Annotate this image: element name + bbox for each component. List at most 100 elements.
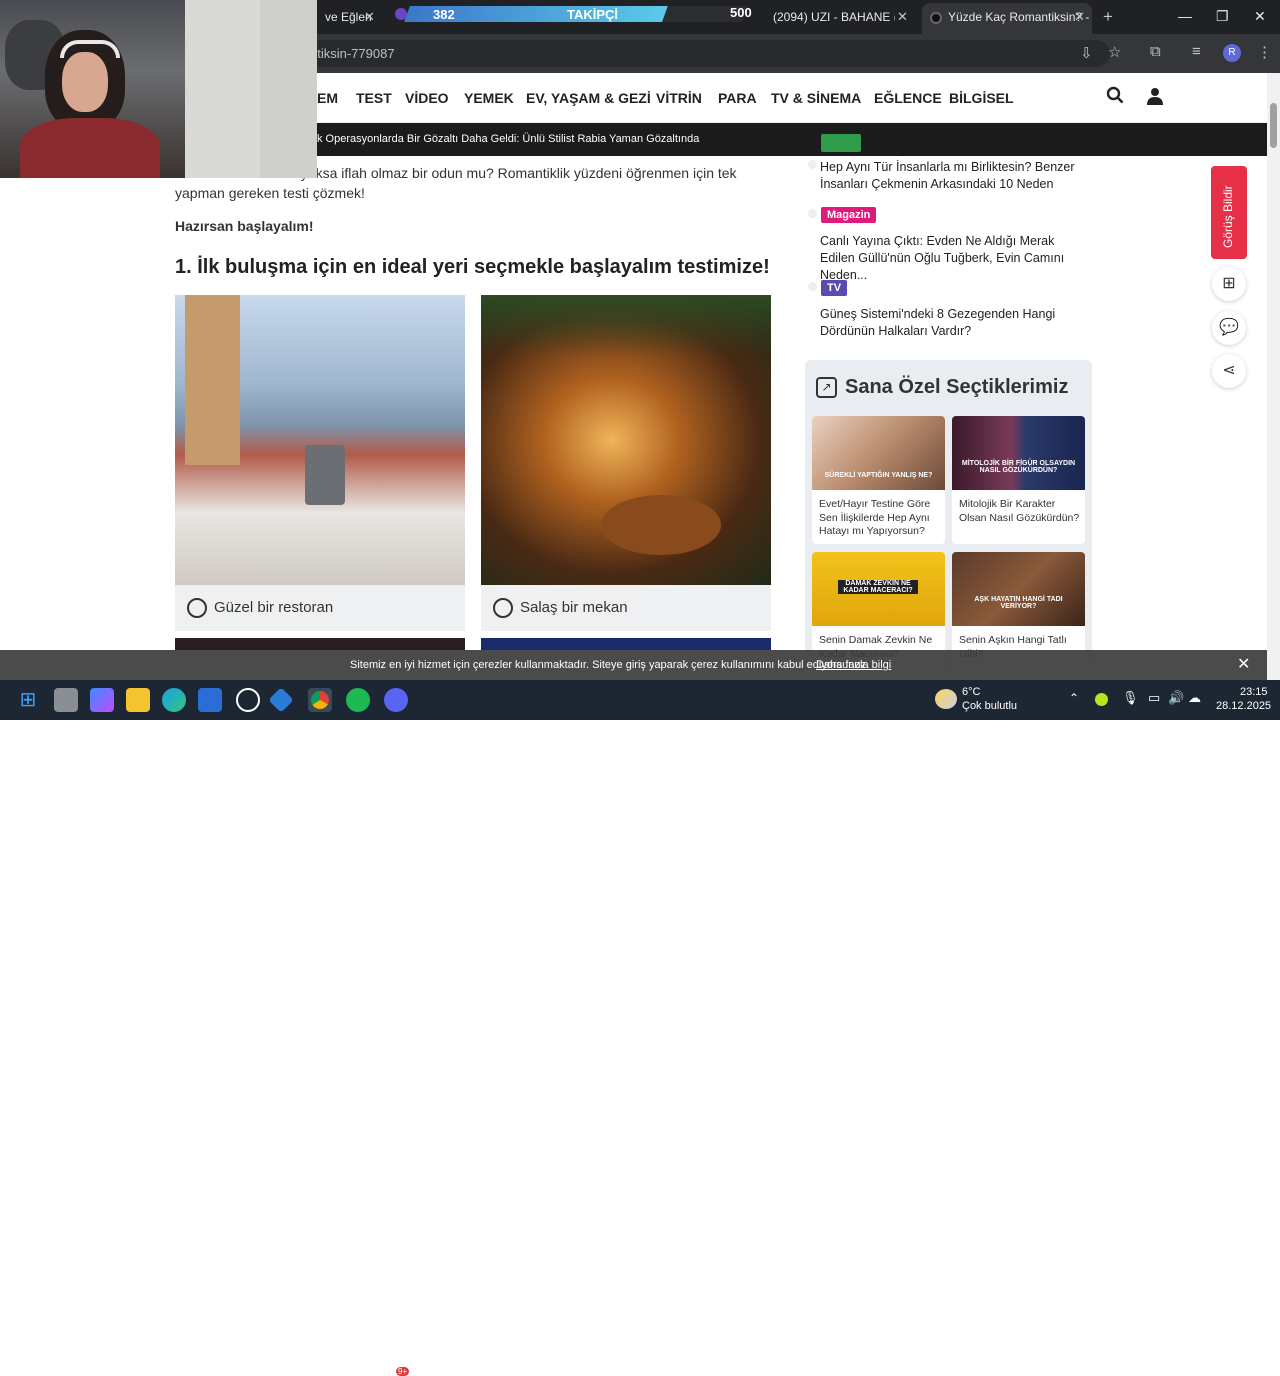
follower-goal-overlay: 382 TAKİPÇİ 500 bbox=[395, 4, 765, 24]
card-title: Mitolojik Bir Karakter Olsan Nasıl Gözük… bbox=[959, 498, 1080, 524]
profile-avatar[interactable]: R bbox=[1223, 44, 1241, 62]
nav-item-entertainment[interactable]: EĞLENCE bbox=[874, 90, 942, 106]
app-icon[interactable] bbox=[268, 687, 294, 713]
clock-time[interactable]: 23:15 bbox=[1240, 686, 1268, 698]
minimize-icon[interactable]: — bbox=[1178, 8, 1192, 24]
follower-count: 382 bbox=[433, 7, 455, 22]
share-icon[interactable]: ⋖ bbox=[1212, 354, 1246, 388]
pick-card[interactable]: SÜREKLİ YAPTIĞIN YANLIŞ NE? Evet/Hayır T… bbox=[812, 416, 945, 544]
close-icon[interactable]: ✕ bbox=[1237, 650, 1250, 680]
pick-card[interactable]: MİTOLOJİK BİR FİGÜR OLSAYDIN NASIL GÖZÜK… bbox=[952, 416, 1085, 544]
radio-button[interactable] bbox=[187, 598, 207, 618]
webcam-headphones bbox=[60, 40, 120, 58]
bullet-dot bbox=[808, 160, 817, 169]
weather-temperature: 6°C bbox=[962, 686, 981, 698]
breaking-news-ticker[interactable]: k Operasyonlarda Bir Gözaltı Daha Geldi:… bbox=[317, 123, 1267, 156]
page-scrollbar[interactable] bbox=[1267, 73, 1280, 683]
user-icon[interactable] bbox=[1147, 87, 1163, 110]
bullet-dot bbox=[808, 209, 817, 218]
search-icon[interactable] bbox=[1106, 86, 1124, 109]
ticker-text: k Operasyonlarda Bir Gözaltı Daha Geldi:… bbox=[317, 133, 700, 145]
card-title: Evet/Hayır Testine Göre Sen İlişkilerde … bbox=[819, 498, 931, 537]
news-title[interactable]: Hep Aynı Tür İnsanlarla mı Birliktesin? … bbox=[820, 159, 1080, 193]
cookie-more-link[interactable]: Daha fazla bilgi bbox=[816, 650, 891, 680]
nav-item-knowledge[interactable]: BİLGİSEL bbox=[949, 90, 1014, 106]
webcam-sweater bbox=[20, 118, 160, 178]
news-badge[interactable]: TV bbox=[821, 280, 848, 296]
nav-item-food[interactable]: YEMEK bbox=[464, 90, 514, 106]
edge-icon[interactable] bbox=[162, 688, 186, 712]
option-label: Güzel bir restoran bbox=[214, 599, 334, 616]
close-icon[interactable]: ✕ bbox=[364, 9, 375, 25]
clock-date[interactable]: 28.12.2025 bbox=[1216, 700, 1271, 712]
volume-icon[interactable]: 🔊 bbox=[1168, 690, 1184, 706]
card-caption: DAMAK ZEVKİN NE KADAR MACERACI? bbox=[838, 580, 918, 594]
window-close-icon[interactable]: ✕ bbox=[1254, 8, 1266, 25]
webcam-wall bbox=[260, 0, 317, 178]
feedback-button[interactable]: Görüş Bildir bbox=[1211, 166, 1247, 259]
cookie-banner: Sitemiz en iyi hizmet için çerezler kull… bbox=[0, 650, 1267, 680]
webcam-door bbox=[185, 0, 265, 178]
picks-panel: ↗ Sana Özel Seçtiklerimiz SÜREKLİ YAPTIĞ… bbox=[805, 360, 1092, 670]
cloud-sync-icon[interactable]: ☁ bbox=[1188, 690, 1201, 706]
bookmark-add-icon[interactable]: ⊞ bbox=[1212, 267, 1246, 301]
store-icon[interactable] bbox=[198, 688, 222, 712]
next-option-image bbox=[481, 638, 771, 650]
nav-item-tv-cinema[interactable]: TV & SİNEMA bbox=[771, 90, 861, 106]
plants-shape bbox=[481, 295, 771, 355]
close-icon[interactable]: ✕ bbox=[897, 9, 908, 25]
answer-option-casual-place[interactable]: Salaş bir mekan bbox=[481, 295, 771, 631]
obs-icon[interactable] bbox=[236, 688, 260, 712]
chevron-up-icon[interactable]: ⌃ bbox=[1069, 691, 1079, 705]
tab-active-quiz[interactable]: Yüzde Kaç Romantiksin? - bbox=[922, 3, 1092, 34]
follower-goal: 500 bbox=[730, 5, 752, 20]
radio-button[interactable] bbox=[493, 598, 513, 618]
url-field[interactable]: ntiksin-779087 bbox=[290, 40, 1110, 67]
network-icon[interactable]: ▭ bbox=[1148, 690, 1160, 706]
news-badge[interactable]: Magazin bbox=[821, 207, 877, 223]
comments-icon[interactable]: 💬 bbox=[1212, 311, 1246, 345]
bookmark-star-icon[interactable]: ☆ bbox=[1108, 43, 1121, 61]
tab-label: (2094) UZI - BAHANE (Lyric bbox=[773, 10, 895, 24]
tray-app-icon[interactable] bbox=[1095, 693, 1108, 706]
nav-item-home-life[interactable]: EV, YAŞAM & GEZİ bbox=[526, 90, 651, 106]
restore-icon[interactable]: ❐ bbox=[1216, 8, 1229, 25]
microphone-icon[interactable]: 🎙 bbox=[1122, 690, 1139, 706]
url-text: ntiksin-779087 bbox=[310, 46, 395, 61]
option-label: Salaş bir mekan bbox=[520, 599, 628, 616]
menu-dots-icon[interactable]: ⋮ bbox=[1257, 43, 1272, 61]
copilot-icon[interactable] bbox=[90, 688, 114, 712]
trend-arrow-icon: ↗ bbox=[816, 377, 837, 398]
install-app-icon[interactable]: ⇩ bbox=[1080, 44, 1093, 62]
table-shape bbox=[601, 495, 721, 555]
intro-line-2: yapman gereken testi çözmek! bbox=[175, 185, 365, 201]
extensions-icon[interactable]: ⧉ bbox=[1150, 43, 1161, 60]
nav-item-em[interactable]: EM bbox=[317, 90, 338, 106]
windows-start-icon[interactable]: ⊞ bbox=[16, 688, 40, 712]
site-favicon-icon bbox=[930, 11, 942, 24]
news-title[interactable]: Güneş Sistemi'ndeki 8 Gezegenden Hangi D… bbox=[820, 306, 1080, 340]
nav-item-showcase[interactable]: VİTRİN bbox=[656, 90, 702, 106]
casual-place-image bbox=[481, 295, 771, 585]
media-control-icon[interactable]: ≡ bbox=[1192, 43, 1201, 60]
tab-label: Yüzde Kaç Romantiksin? - bbox=[948, 10, 1090, 24]
task-view-icon[interactable] bbox=[54, 688, 78, 712]
close-icon[interactable]: ✕ bbox=[1074, 9, 1085, 25]
webcam-face bbox=[62, 52, 108, 112]
webcam-overlay bbox=[0, 0, 317, 178]
new-tab-icon[interactable]: + bbox=[1103, 7, 1113, 27]
discord-icon[interactable] bbox=[384, 688, 408, 712]
scrollbar-thumb[interactable] bbox=[1270, 103, 1277, 148]
nav-item-test[interactable]: TEST bbox=[356, 90, 392, 106]
chrome-icon[interactable] bbox=[308, 688, 332, 712]
file-explorer-icon[interactable] bbox=[126, 688, 150, 712]
spotify-icon[interactable] bbox=[346, 688, 370, 712]
feedback-label: Görüş Bildir bbox=[1221, 185, 1235, 248]
nav-item-video[interactable]: VİDEO bbox=[405, 90, 449, 106]
restaurant-image bbox=[175, 295, 465, 585]
card-image bbox=[952, 416, 1085, 490]
tab-youtube[interactable]: (2094) UZI - BAHANE (Lyric bbox=[765, 4, 895, 30]
nav-item-money[interactable]: PARA bbox=[718, 90, 757, 106]
news-title[interactable]: Canlı Yayına Çıktı: Evden Ne Aldığı Mera… bbox=[820, 233, 1080, 284]
answer-option-restaurant[interactable]: Güzel bir restoran bbox=[175, 295, 465, 631]
